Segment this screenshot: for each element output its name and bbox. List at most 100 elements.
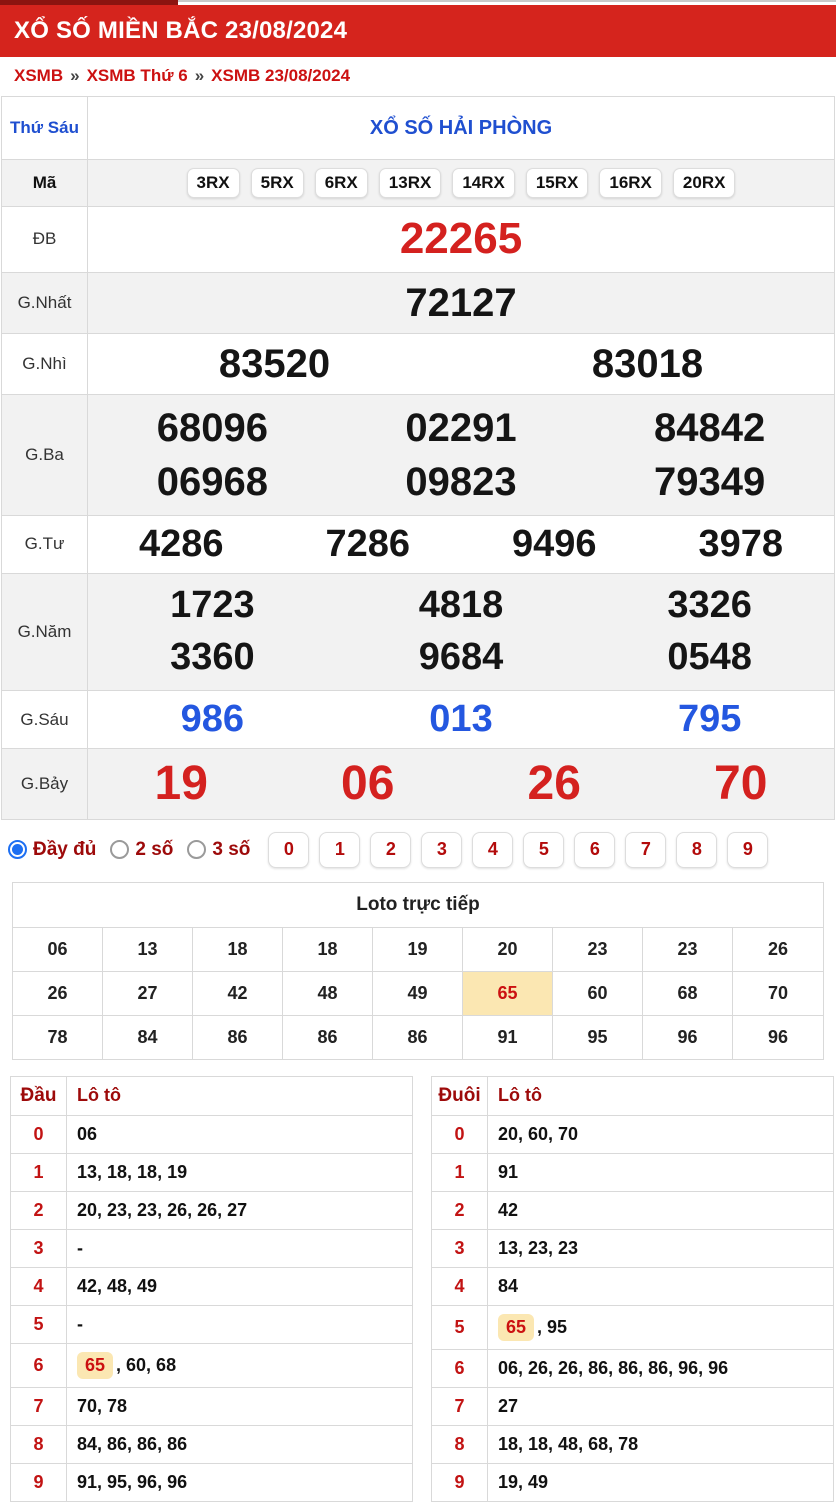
filter-option-full[interactable]: Đầy đủ	[8, 839, 96, 861]
dau-table: Đầu Lô tô 006 113, 18, 18, 19 220, 23, 2…	[10, 1076, 413, 1502]
duoi-values: 06, 26, 26, 86, 86, 86, 96, 96	[498, 1358, 728, 1379]
loto-cell: 27	[103, 972, 193, 1016]
prize-row-g4: G.Tư 4286 7286 9496 3978	[2, 516, 834, 575]
digit-button-1[interactable]: 1	[319, 832, 360, 868]
prize-row-g7: G.Bảy 19 06 26 70	[2, 749, 834, 819]
prize-number: 9684	[337, 632, 586, 684]
prize-number: 79349	[585, 455, 834, 509]
breadcrumb-separator: »	[70, 66, 79, 85]
prize-number: 013	[337, 691, 586, 749]
prize-row-g3: G.Ba 68096 02291 84842 06968 09823 79349	[2, 395, 834, 516]
prize-row-db: ĐB 22265	[2, 207, 834, 273]
loto-cell: 26	[733, 928, 823, 972]
loto-cell: 96	[643, 1016, 733, 1059]
table-row: 665, 60, 68	[11, 1344, 412, 1388]
loto-title: Loto trực tiếp	[13, 883, 823, 928]
station-name: XỔ SỐ HẢI PHÒNG	[88, 97, 834, 159]
digit-button-6[interactable]: 6	[574, 832, 615, 868]
duoi-values: 19, 49	[498, 1472, 548, 1493]
dau-digit: 7	[11, 1388, 67, 1425]
dau-values: 70, 78	[77, 1396, 127, 1417]
prize-number: 986	[88, 691, 337, 749]
dau-digit: 8	[11, 1426, 67, 1463]
duoi-digit: 1	[432, 1154, 488, 1191]
radio-selected-icon[interactable]	[8, 840, 27, 859]
loto-cell: 42	[193, 972, 283, 1016]
breadcrumb-link-day[interactable]: XSMB Thứ 6	[87, 66, 188, 85]
code-pill[interactable]: 3RX	[187, 168, 240, 198]
page: XỔ SỐ MIỀN BẮC 23/08/2024 XSMB»XSMB Thứ …	[0, 0, 836, 1506]
highlighted-loto: 65	[498, 1314, 534, 1341]
code-pill[interactable]: 6RX	[315, 168, 368, 198]
loto-grid: 06 13 18 18 19 20 23 23 26 26 27 42 48 4…	[13, 928, 823, 1059]
dau-values: , 60, 68	[116, 1355, 176, 1376]
prize-number: 83520	[88, 334, 461, 394]
code-pill[interactable]: 13RX	[379, 168, 442, 198]
prize-label: G.Bảy	[2, 749, 88, 818]
table-row: 7 70, 78	[11, 1388, 412, 1426]
breadcrumb: XSMB » XSMB Thứ 6 » XSMB 23/08/2024	[0, 57, 836, 96]
prize-number: 0548	[585, 632, 834, 684]
table-row: 727	[432, 1388, 833, 1426]
prize-number: 19	[88, 749, 275, 818]
breadcrumb-link-xsmb[interactable]: XSMB	[14, 66, 63, 85]
prize-number: 3978	[648, 516, 835, 574]
prize-number: 3360	[88, 632, 337, 684]
table-row: 020, 60, 70	[432, 1116, 833, 1154]
results-table: Thứ Sáu XỔ SỐ HẢI PHÒNG Mã 3RX 5RX 6RX 1…	[1, 96, 835, 820]
loto-cell: 91	[463, 1016, 553, 1059]
duoi-values: , 95	[537, 1317, 567, 1338]
dau-values: 13, 18, 18, 19	[77, 1162, 187, 1183]
breadcrumb-link-date[interactable]: XSMB 23/08/2024	[211, 66, 350, 85]
digit-button-2[interactable]: 2	[370, 832, 411, 868]
duoi-table: Đuôi Lô tô 020, 60, 70 191 242 313, 23, …	[431, 1076, 834, 1502]
code-pill[interactable]: 20RX	[673, 168, 736, 198]
table-row: 242	[432, 1192, 833, 1230]
dau-values: 84, 86, 86, 86	[77, 1434, 187, 1455]
digit-button-3[interactable]: 3	[421, 832, 462, 868]
prize-number: 4286	[88, 516, 275, 574]
breadcrumb-separator: »	[195, 66, 204, 85]
loto-cell: 86	[283, 1016, 373, 1059]
loto-cell: 18	[193, 928, 283, 972]
radio-icon[interactable]	[110, 840, 129, 859]
prize-number: 06968	[88, 455, 337, 509]
day-label: Thứ Sáu	[2, 97, 88, 159]
duoi-digit: 8	[432, 1426, 488, 1463]
loto-cell: 18	[283, 928, 373, 972]
table-row: 442, 48, 49	[11, 1268, 412, 1306]
loto-cell: 78	[13, 1016, 103, 1059]
code-row: Mã 3RX 5RX 6RX 13RX 14RX 15RX 16RX 20RX	[2, 160, 834, 207]
filter-option-3so[interactable]: 3 số	[187, 839, 250, 861]
summary-tables: Đầu Lô tô 006 113, 18, 18, 19 220, 23, 2…	[0, 1060, 836, 1506]
code-pill[interactable]: 15RX	[526, 168, 589, 198]
code-pill[interactable]: 14RX	[452, 168, 515, 198]
code-label: Mã	[2, 160, 88, 206]
table-row: 606, 26, 26, 86, 86, 86, 96, 96	[432, 1350, 833, 1388]
code-pill[interactable]: 5RX	[251, 168, 304, 198]
duoi-digit: 3	[432, 1230, 488, 1267]
digit-button-7[interactable]: 7	[625, 832, 666, 868]
duoi-values: 91	[498, 1162, 518, 1183]
table-row: 5-	[11, 1306, 412, 1344]
digit-button-9[interactable]: 9	[727, 832, 768, 868]
loto-cell: 70	[733, 972, 823, 1016]
code-list: 3RX 5RX 6RX 13RX 14RX 15RX 16RX 20RX	[88, 160, 834, 206]
prize-number: 06	[275, 749, 462, 818]
digit-button-8[interactable]: 8	[676, 832, 717, 868]
digit-button-5[interactable]: 5	[523, 832, 564, 868]
digit-button-4[interactable]: 4	[472, 832, 513, 868]
dau-table-header: Đầu Lô tô	[11, 1077, 412, 1116]
radio-icon[interactable]	[187, 840, 206, 859]
table-row: 3-	[11, 1230, 412, 1268]
prize-number: 84842	[585, 401, 834, 455]
filter-option-2so[interactable]: 2 số	[110, 839, 173, 861]
code-pill[interactable]: 16RX	[599, 168, 662, 198]
prize-row-g6: G.Sáu 986 013 795	[2, 691, 834, 750]
duoi-digit: 9	[432, 1464, 488, 1501]
digit-button-0[interactable]: 0	[268, 832, 309, 868]
prize-number: 72127	[88, 273, 834, 333]
duoi-header-label: Đuôi	[432, 1077, 488, 1115]
table-row: 565, 95	[432, 1306, 833, 1350]
prize-number: 02291	[337, 401, 586, 455]
